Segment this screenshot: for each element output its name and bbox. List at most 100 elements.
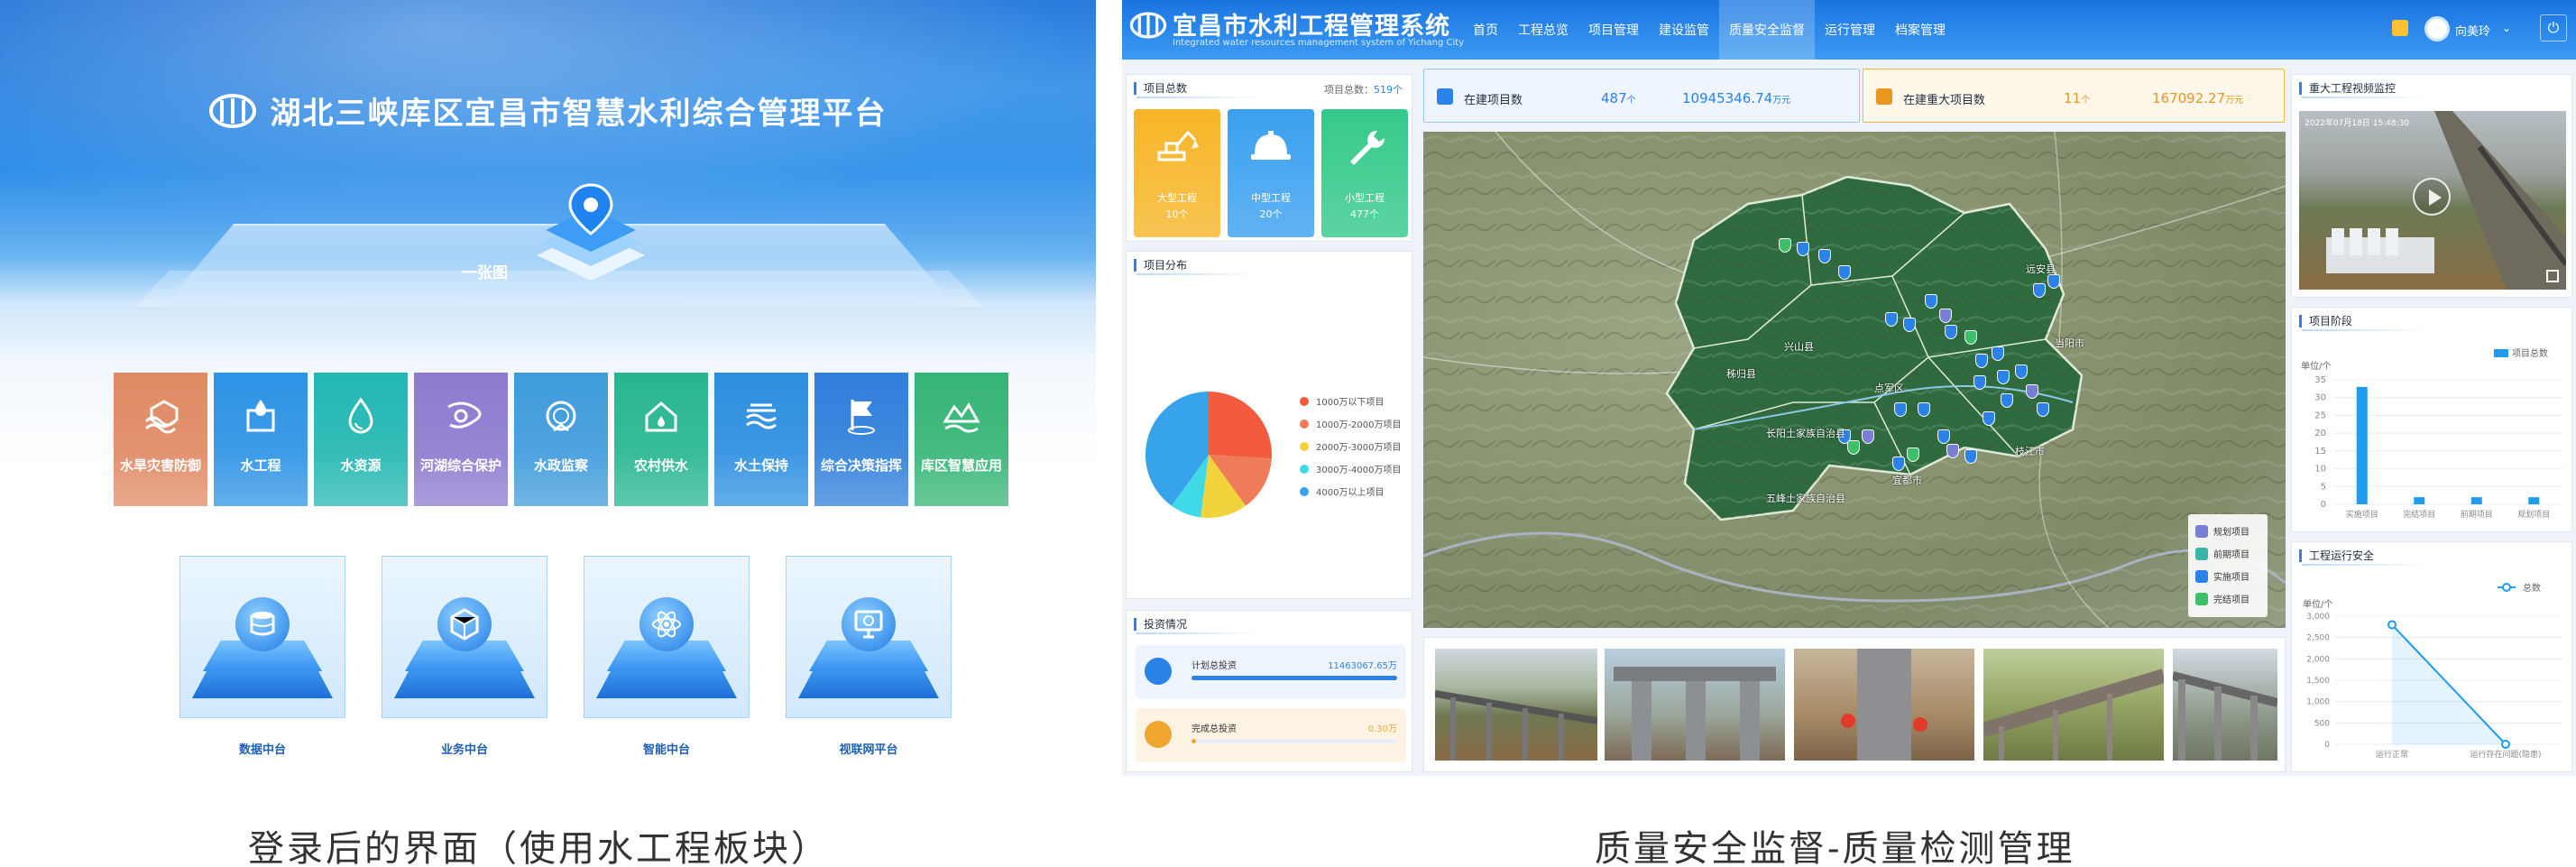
hub-3[interactable]: 智能中台 (580, 550, 753, 767)
project-card-3[interactable]: 小型工程 477个 (1321, 109, 1408, 237)
map-pin[interactable] (1885, 312, 1898, 327)
photo-4[interactable] (1983, 649, 2164, 761)
legend-item-1[interactable]: 1000万以下项目 (1300, 394, 1402, 408)
map-pin[interactable] (1838, 265, 1851, 280)
module-tile-8[interactable]: 综合决策指挥 (814, 373, 908, 506)
map-pin[interactable] (1992, 346, 2004, 361)
map-legend-item-2[interactable]: 前期项目 (2195, 542, 2260, 565)
map-pin[interactable] (1964, 449, 1977, 464)
module-tile-9[interactable]: 库区智慧应用 (915, 373, 1008, 506)
legend-item-5[interactable]: 4000万以上项目 (1300, 484, 1402, 498)
map-legend-icon (2195, 524, 2208, 538)
user-name[interactable]: 向美玲 (2455, 22, 2490, 39)
legend-item-2[interactable]: 1000万-2000万项目 (1300, 417, 1402, 430)
system-title: 宜昌市水利工程管理系统 (1173, 13, 1450, 41)
y-axis-unit: 单位/个 (2301, 360, 2331, 372)
user-avatar[interactable] (2424, 16, 2450, 42)
play-icon[interactable] (2413, 178, 2451, 216)
map-pin[interactable] (1946, 444, 1959, 458)
module-tile-6[interactable]: 农村供水 (614, 373, 708, 506)
nav-item-5[interactable]: 质量安全监督 (1719, 0, 1815, 60)
map-pin[interactable] (1907, 447, 1919, 462)
nav-item-2[interactable]: 工程总览 (1508, 0, 1578, 60)
map-pin[interactable] (1818, 249, 1831, 263)
project-card-2[interactable]: 中型工程 20个 (1228, 109, 1314, 237)
stage-bar-chart[interactable]: 单位/个 项目总数 0 5 10 15 20 25 30 35 实施项目 完结项目 前期项目 规划项目 (2292, 333, 2573, 531)
map-legend-item-3[interactable]: 实施项目 (2195, 565, 2260, 587)
map-pin[interactable] (1964, 330, 1977, 345)
map-pin[interactable] (1939, 309, 1952, 323)
panel-title: 项目总数 (1134, 82, 1264, 98)
power-icon[interactable]: ⏻ (2540, 14, 2567, 42)
y-tick-label: 30 (2314, 393, 2326, 403)
legend-item-4[interactable]: 3000万-4000万项目 (1300, 462, 1402, 475)
video-player[interactable]: 2022年07月18日 15:48:30 (2299, 111, 2566, 290)
map-pin[interactable] (2047, 274, 2060, 289)
line-point-1[interactable] (2387, 620, 2397, 630)
stat-under-construction[interactable]: 在建项目数 487个 10945346.74万元 (1423, 69, 1860, 123)
map-pin[interactable] (1983, 411, 1995, 426)
stat-money: 167092.27万元 (2152, 90, 2244, 106)
map-pin[interactable] (1779, 238, 1791, 253)
map-pin[interactable] (1903, 318, 1916, 332)
module-tile-1[interactable]: 水旱灾害防御 (114, 373, 207, 506)
project-map[interactable]: 远安县 兴山县 秭归县 点军区 宜都市 长阳土家族自治县 当阳市 枝江市 五峰土家族自治县 规划… (1423, 132, 2286, 628)
map-legend-item-4[interactable]: 完结项目 (2195, 587, 2260, 610)
pie-slice-1[interactable] (1209, 392, 1272, 459)
bar-1[interactable] (2356, 386, 2368, 504)
nav-item-3[interactable]: 项目管理 (1578, 0, 1649, 60)
module-tile-7[interactable]: 水土保持 (714, 373, 808, 506)
photo-3[interactable] (1794, 649, 1974, 761)
map-legend-item-1[interactable]: 规划项目 (2195, 520, 2260, 542)
safety-line-chart[interactable]: 单位/个 总数 0 500 1,000 1,500 2,000 2,500 3,000 运行正常 运… (2292, 567, 2573, 771)
map-pin[interactable] (1997, 370, 2010, 384)
nav-item-6[interactable]: 运行管理 (1815, 0, 1885, 60)
hub-label: 视联网平台 (839, 743, 898, 757)
map-pin[interactable] (1925, 294, 1937, 309)
photo-1[interactable] (1435, 649, 1597, 761)
photo-5[interactable] (2173, 649, 2277, 761)
nav-item-4[interactable]: 建设监管 (1649, 0, 1719, 60)
module-tile-2[interactable]: 水工程 (214, 373, 308, 506)
line-point-2[interactable] (2501, 740, 2510, 749)
module-tile-4[interactable]: 河湖综合保护 (414, 373, 508, 506)
hub-1[interactable]: 数据中台 (176, 550, 349, 767)
legend-item-3[interactable]: 2000万-3000万项目 (1300, 439, 1402, 453)
map-pin[interactable] (1862, 429, 1874, 444)
bar-4[interactable] (2528, 497, 2540, 504)
hub-4[interactable]: 视联网平台 (782, 550, 955, 767)
map-pin[interactable] (2015, 364, 2028, 379)
map-pin[interactable] (1847, 440, 1860, 455)
map-pin[interactable] (1918, 402, 1930, 417)
map-pin[interactable] (1975, 354, 1988, 368)
map-pin[interactable] (2001, 393, 2013, 408)
map-pin[interactable] (1945, 325, 1957, 339)
notification-icon[interactable] (2392, 20, 2408, 36)
photo-2[interactable] (1605, 649, 1785, 761)
map-pin[interactable] (1937, 429, 1950, 444)
hub-2[interactable]: 业务中台 (378, 550, 551, 767)
one-map-icon[interactable] (532, 176, 649, 293)
project-card-1[interactable]: 大型工程 10个 (1134, 109, 1220, 237)
distribution-pie-chart[interactable] (1141, 387, 1276, 522)
map-pin[interactable] (1973, 375, 1986, 390)
map-pin[interactable] (1894, 402, 1907, 417)
project-stage-panel: 项目阶段 单位/个 项目总数 0 5 10 15 20 25 30 35 实施项目 完结项目 前期项目 规… (2291, 307, 2572, 532)
map-pin[interactable] (2026, 384, 2038, 399)
map-pin[interactable] (1892, 457, 1905, 471)
fullscreen-icon[interactable] (2546, 270, 2559, 282)
bar-3[interactable] (2470, 497, 2482, 504)
map-pin[interactable] (1797, 242, 1809, 256)
map-pin[interactable] (2037, 402, 2049, 417)
nav-item-1[interactable]: 首页 (1463, 0, 1508, 60)
chevron-down-icon[interactable]: ⌄ (2502, 22, 2511, 34)
place-label: 宜都市 (1892, 475, 1922, 486)
nav-item-7[interactable]: 档案管理 (1885, 0, 1955, 60)
bar-2[interactable] (2414, 497, 2425, 504)
stat-major-projects[interactable]: 在建重大项目数 11个 167092.27万元 (1863, 69, 2285, 123)
module-tile-3[interactable]: 水资源 (314, 373, 408, 506)
module-tile-5[interactable]: 水政监察 (514, 373, 608, 506)
map-pin[interactable] (2033, 283, 2046, 298)
x-tick-label: 前期项目 (2461, 509, 2493, 520)
hub-icon-wrap (437, 597, 492, 651)
